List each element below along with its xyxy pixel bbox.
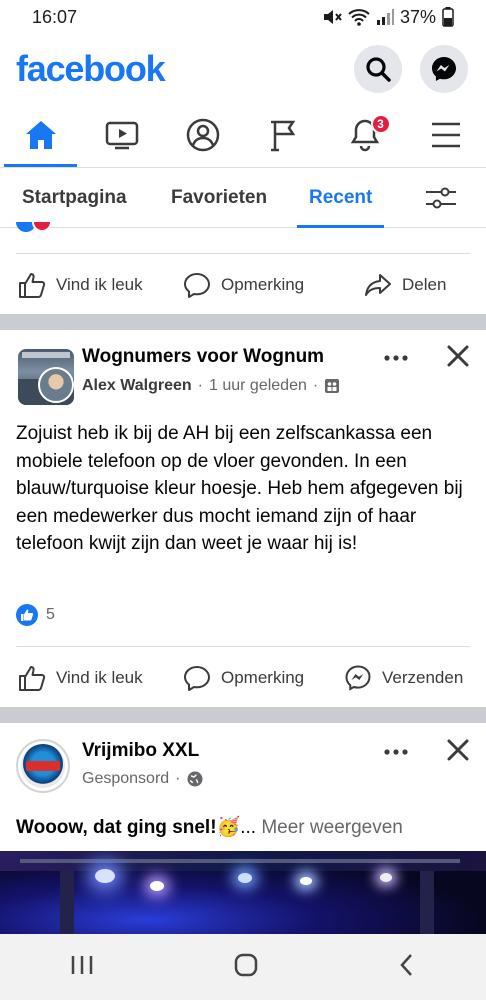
comment-icon (184, 273, 210, 298)
post-meta: Alex Walgreen · 1 uur geleden · (82, 377, 340, 395)
tab-recent[interactable]: Recent (296, 168, 385, 228)
see-more-link[interactable]: Meer weergeven (261, 817, 403, 838)
send-label: Verzenden (382, 668, 464, 687)
post1-actions: Vind ik leuk Opmerking Verzenden (0, 647, 486, 709)
wifi-icon (348, 9, 370, 26)
globe-icon (187, 771, 202, 787)
reaction-summary[interactable]: 5 (16, 604, 55, 626)
more-icon (384, 749, 408, 755)
post-time[interactable]: 1 uur geleden (209, 377, 307, 395)
nav-notifications[interactable]: 3 (324, 102, 405, 167)
messenger-button[interactable] (420, 45, 468, 93)
system-nav-bar (0, 934, 486, 1000)
promo-body: Wooow, dat ging snel! (16, 817, 217, 838)
thumbs-up-icon (19, 666, 46, 691)
flag-icon (270, 120, 295, 151)
notification-badge: 3 (370, 114, 391, 134)
status-icons: 37% (322, 7, 454, 28)
signal-icon (376, 9, 394, 25)
battery-percent: 37% (399, 6, 436, 27)
page-avatar[interactable] (16, 739, 70, 793)
close-icon (447, 739, 469, 761)
feed-divider (0, 707, 486, 723)
status-time: 16:07 (32, 6, 78, 27)
hide-post2-button[interactable] (447, 739, 469, 766)
share-icon (365, 274, 391, 296)
feed-divider (0, 314, 486, 330)
comment-label: Opmerking (221, 668, 305, 687)
home-icon (25, 120, 56, 149)
meta-separator: · (197, 377, 203, 394)
page-name[interactable]: Vrijmibo XXL (82, 740, 199, 762)
status-bar: 16:07 37% (0, 0, 486, 34)
search-icon (366, 57, 391, 82)
filter-icon (426, 187, 456, 209)
home-circle-icon (234, 953, 258, 976)
post-options-button[interactable] (384, 350, 408, 368)
nav-home[interactable] (0, 102, 81, 167)
facebook-logo[interactable]: facebook (16, 48, 166, 90)
post-body: Zojuist heb ik bij de AH bij een zelfsca… (16, 423, 463, 554)
like-reaction-icon (16, 604, 38, 626)
recent-apps-button[interactable] (70, 954, 94, 981)
nav-pages[interactable] (243, 102, 324, 167)
sponsored-label[interactable]: Gesponsord (82, 770, 169, 788)
mute-icon (323, 10, 342, 24)
reaction-count: 5 (46, 606, 55, 623)
promo-text: Wooow, dat ging snel!🥳... Meer weergeven (16, 815, 403, 839)
comment-label: Opmerking (221, 275, 305, 294)
close-icon (447, 345, 469, 367)
prev-reactions (16, 222, 60, 234)
tab-home[interactable]: Startpagina (22, 168, 127, 228)
party-emoji: 🥳 (216, 817, 241, 838)
back-icon (400, 953, 413, 976)
meta-separator: · (175, 770, 181, 787)
group-privacy-icon (325, 379, 340, 393)
promo-ellipsis: ... (240, 817, 257, 838)
prev-comment-button[interactable]: Opmerking (183, 271, 304, 299)
filter-button[interactable] (424, 186, 458, 215)
top-bar: facebook (0, 38, 486, 100)
profile-icon (186, 118, 219, 151)
messenger-icon (432, 57, 456, 81)
author-name[interactable]: Alex Walgreen (82, 377, 192, 395)
meta-separator-2: · (312, 377, 319, 394)
recent-apps-icon (71, 955, 92, 974)
messenger-icon (345, 665, 371, 691)
group-name[interactable]: Wognumers voor Wognum (82, 346, 324, 368)
nav-video[interactable] (81, 102, 162, 167)
tab-favorites[interactable]: Favorieten (171, 168, 267, 228)
feed-tabs: Startpagina Favorieten Recent (0, 168, 486, 228)
more-icon (384, 355, 408, 361)
menu-icon (431, 122, 460, 147)
prev-post-actions: Vind ik leuk Opmerking Delen (0, 254, 486, 316)
promo-image[interactable] (0, 851, 486, 937)
hide-post-button[interactable] (447, 345, 469, 372)
like-label: Vind ik leuk (56, 668, 143, 687)
like-button[interactable]: Vind ik leuk (18, 664, 143, 692)
thumbs-up-icon (19, 273, 46, 298)
back-button[interactable] (398, 953, 416, 982)
prev-like-button[interactable]: Vind ik leuk (18, 271, 143, 299)
post2-options-button[interactable] (384, 744, 408, 762)
nav-menu[interactable] (405, 102, 486, 167)
search-button[interactable] (354, 45, 402, 93)
main-nav: 3 (0, 102, 486, 168)
like-label: Vind ik leuk (56, 275, 143, 294)
comment-button[interactable]: Opmerking (183, 664, 304, 692)
battery-icon (442, 7, 454, 27)
prev-share-button[interactable]: Delen (364, 271, 446, 299)
sponsored-meta: Gesponsord · (82, 770, 203, 788)
author-avatar[interactable] (38, 367, 74, 403)
comment-icon (184, 666, 210, 691)
send-button[interactable]: Verzenden (344, 664, 463, 692)
home-button[interactable] (233, 952, 259, 983)
share-label: Delen (402, 275, 447, 294)
video-icon (105, 121, 138, 149)
nav-profile[interactable] (162, 102, 243, 167)
